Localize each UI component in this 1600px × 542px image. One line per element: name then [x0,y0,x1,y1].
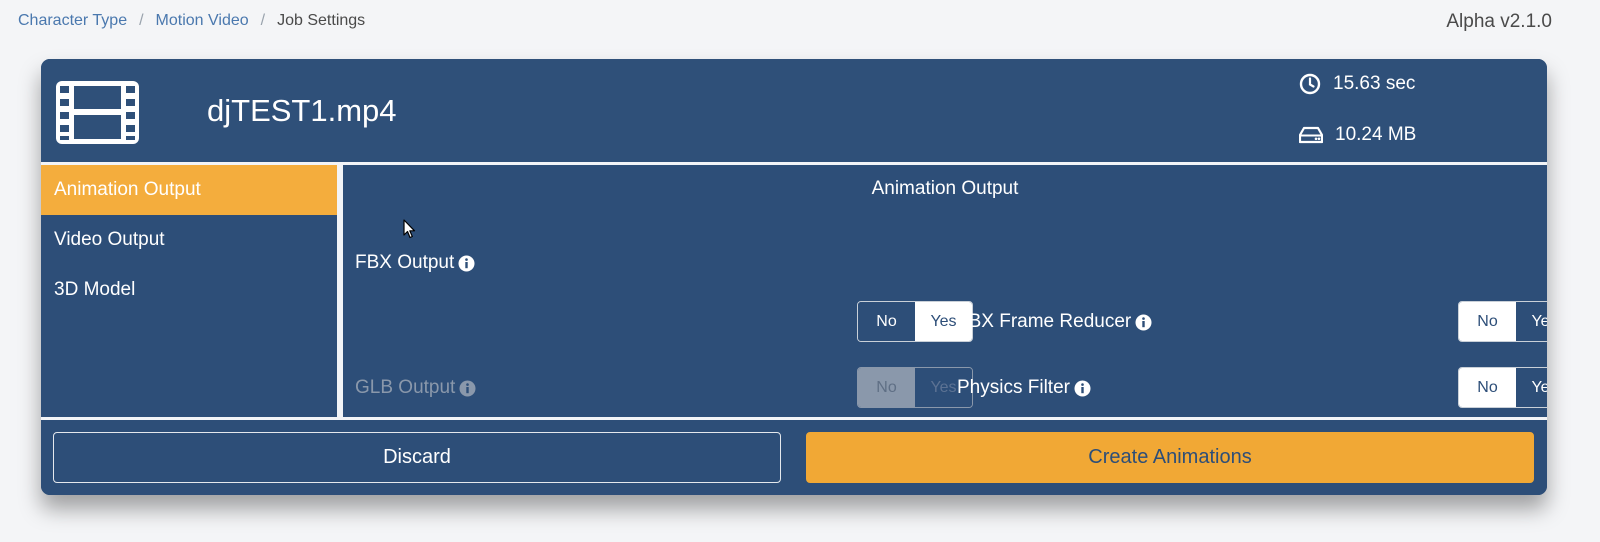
glb-output-text: GLB Output [355,377,456,398]
fbx-frame-reducer-no[interactable]: No [1459,302,1516,341]
physics-filter-yes[interactable]: Yes [1516,368,1547,407]
fbx-output-text: FBX Output [355,252,455,273]
physics-filter-label: Physics Filter [957,377,1091,399]
breadcrumb-job-settings: Job Settings [277,12,366,29]
page: Character Type / Motion Video / Job Sett… [0,0,1600,542]
animation-output-panel: Animation Output FBX Output No Yes GLB O… [343,165,1547,417]
fbx-output-no[interactable]: No [858,302,915,341]
fbx-frame-reducer-yes[interactable]: Yes [1516,302,1547,341]
breadcrumb-character-type[interactable]: Character Type [18,12,127,30]
sidebar-item-video-output[interactable]: Video Output [41,215,337,265]
fbx-frame-reducer-toggle[interactable]: No Yes [1458,301,1547,342]
glb-output-toggle: No Yes [857,367,973,408]
info-icon[interactable] [458,255,475,272]
physics-filter-no[interactable]: No [1459,368,1516,407]
film-icon [56,81,139,144]
size-row: 10.24 MB [1299,124,1416,146]
settings-sidebar: Animation Output Video Output 3D Model [41,165,337,417]
glb-output-no: No [858,368,915,407]
fbx-output-label: FBX Output [355,252,475,274]
job-settings-card: djTEST1.mp4 15.63 sec 10.24 MB Animation… [41,59,1547,495]
version-label: Alpha v2.1.0 [1446,11,1552,32]
clock-icon [1299,73,1321,95]
info-icon[interactable] [1074,380,1091,397]
fbx-frame-reducer-text: FBX Frame Reducer [957,311,1132,332]
duration-value: 15.63 sec [1333,73,1416,94]
breadcrumb-motion-video[interactable]: Motion Video [156,12,249,30]
file-name: djTEST1.mp4 [207,93,397,128]
breadcrumb: Character Type / Motion Video / Job Sett… [18,12,365,30]
breadcrumb-separator: / [139,12,144,29]
create-animations-button[interactable]: Create Animations [806,432,1534,483]
info-icon[interactable] [1135,314,1152,331]
glb-output-label: GLB Output [355,377,476,399]
action-footer: Discard Create Animations [41,420,1547,495]
duration-row: 15.63 sec [1299,73,1415,95]
size-value: 10.24 MB [1335,124,1417,145]
hard-drive-icon [1299,126,1323,144]
physics-filter-text: Physics Filter [957,377,1070,398]
physics-filter-toggle[interactable]: No Yes [1458,367,1547,408]
breadcrumb-separator: / [260,12,266,29]
fbx-output-toggle[interactable]: No Yes [857,301,973,342]
sidebar-item-animation-output[interactable]: Animation Output [41,165,337,215]
mouse-cursor-icon [403,219,416,239]
sidebar-item-3d-model[interactable]: 3D Model [41,265,337,315]
panel-title: Animation Output [871,178,1019,199]
info-icon [459,380,476,396]
file-header: djTEST1.mp4 15.63 sec 10.24 MB [41,59,1547,163]
discard-button[interactable]: Discard [53,432,781,483]
fbx-frame-reducer-label: FBX Frame Reducer [957,311,1152,333]
